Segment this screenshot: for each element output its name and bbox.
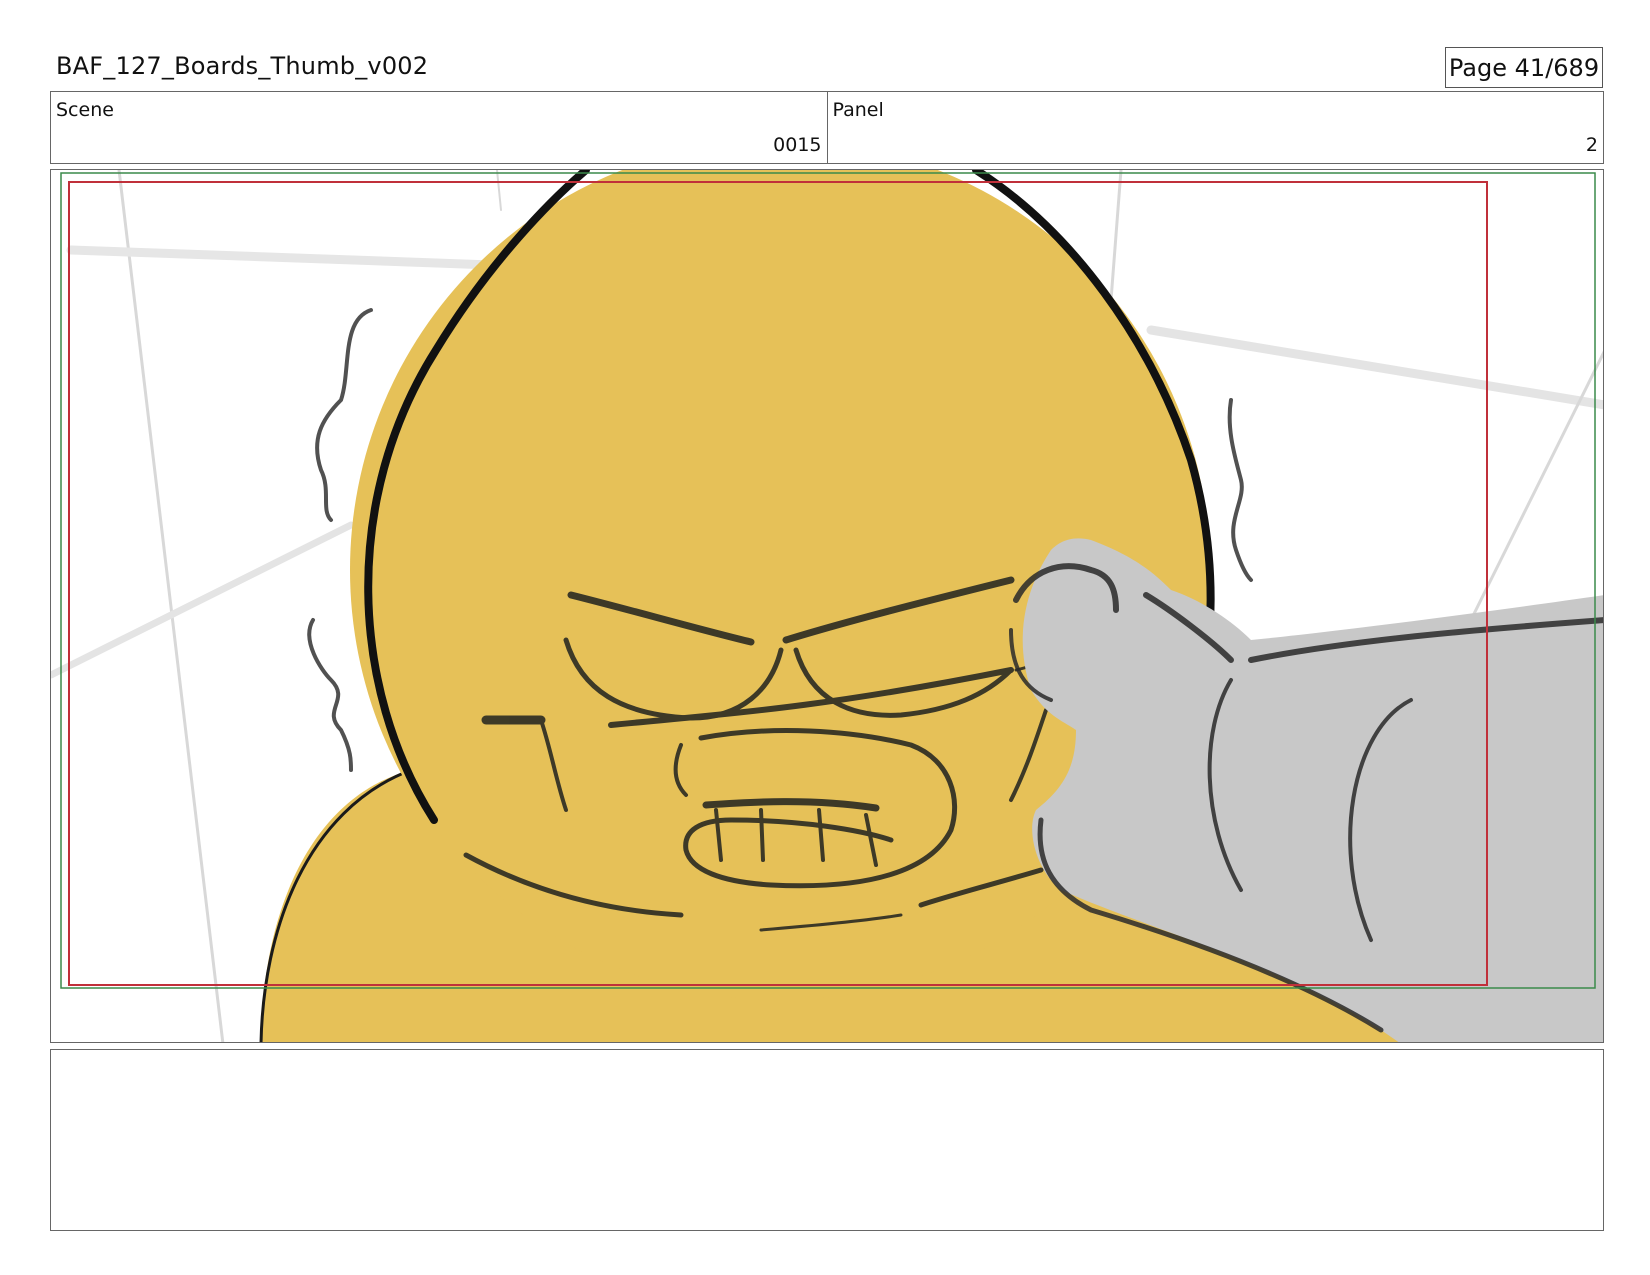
document-title: BAF_127_Boards_Thumb_v002 [56, 52, 429, 80]
page-number: 41/689 [1514, 53, 1600, 82]
storyboard-panel-frame [50, 169, 1604, 1043]
scene-value: 0015 [773, 134, 822, 156]
storyboard-drawing [51, 170, 1603, 1042]
panel-label: Panel [832, 99, 884, 121]
panel-cell: Panel 2 [826, 92, 1604, 163]
page-label: Page [1448, 53, 1508, 82]
page-indicator: Page 41/689 [1445, 47, 1603, 88]
panel-value: 2 [1585, 134, 1598, 156]
panel-info-row: Scene 0015 Panel 2 [50, 91, 1604, 164]
scene-label: Scene [56, 99, 114, 121]
notes-box [50, 1049, 1604, 1231]
scene-cell: Scene 0015 [51, 92, 827, 163]
